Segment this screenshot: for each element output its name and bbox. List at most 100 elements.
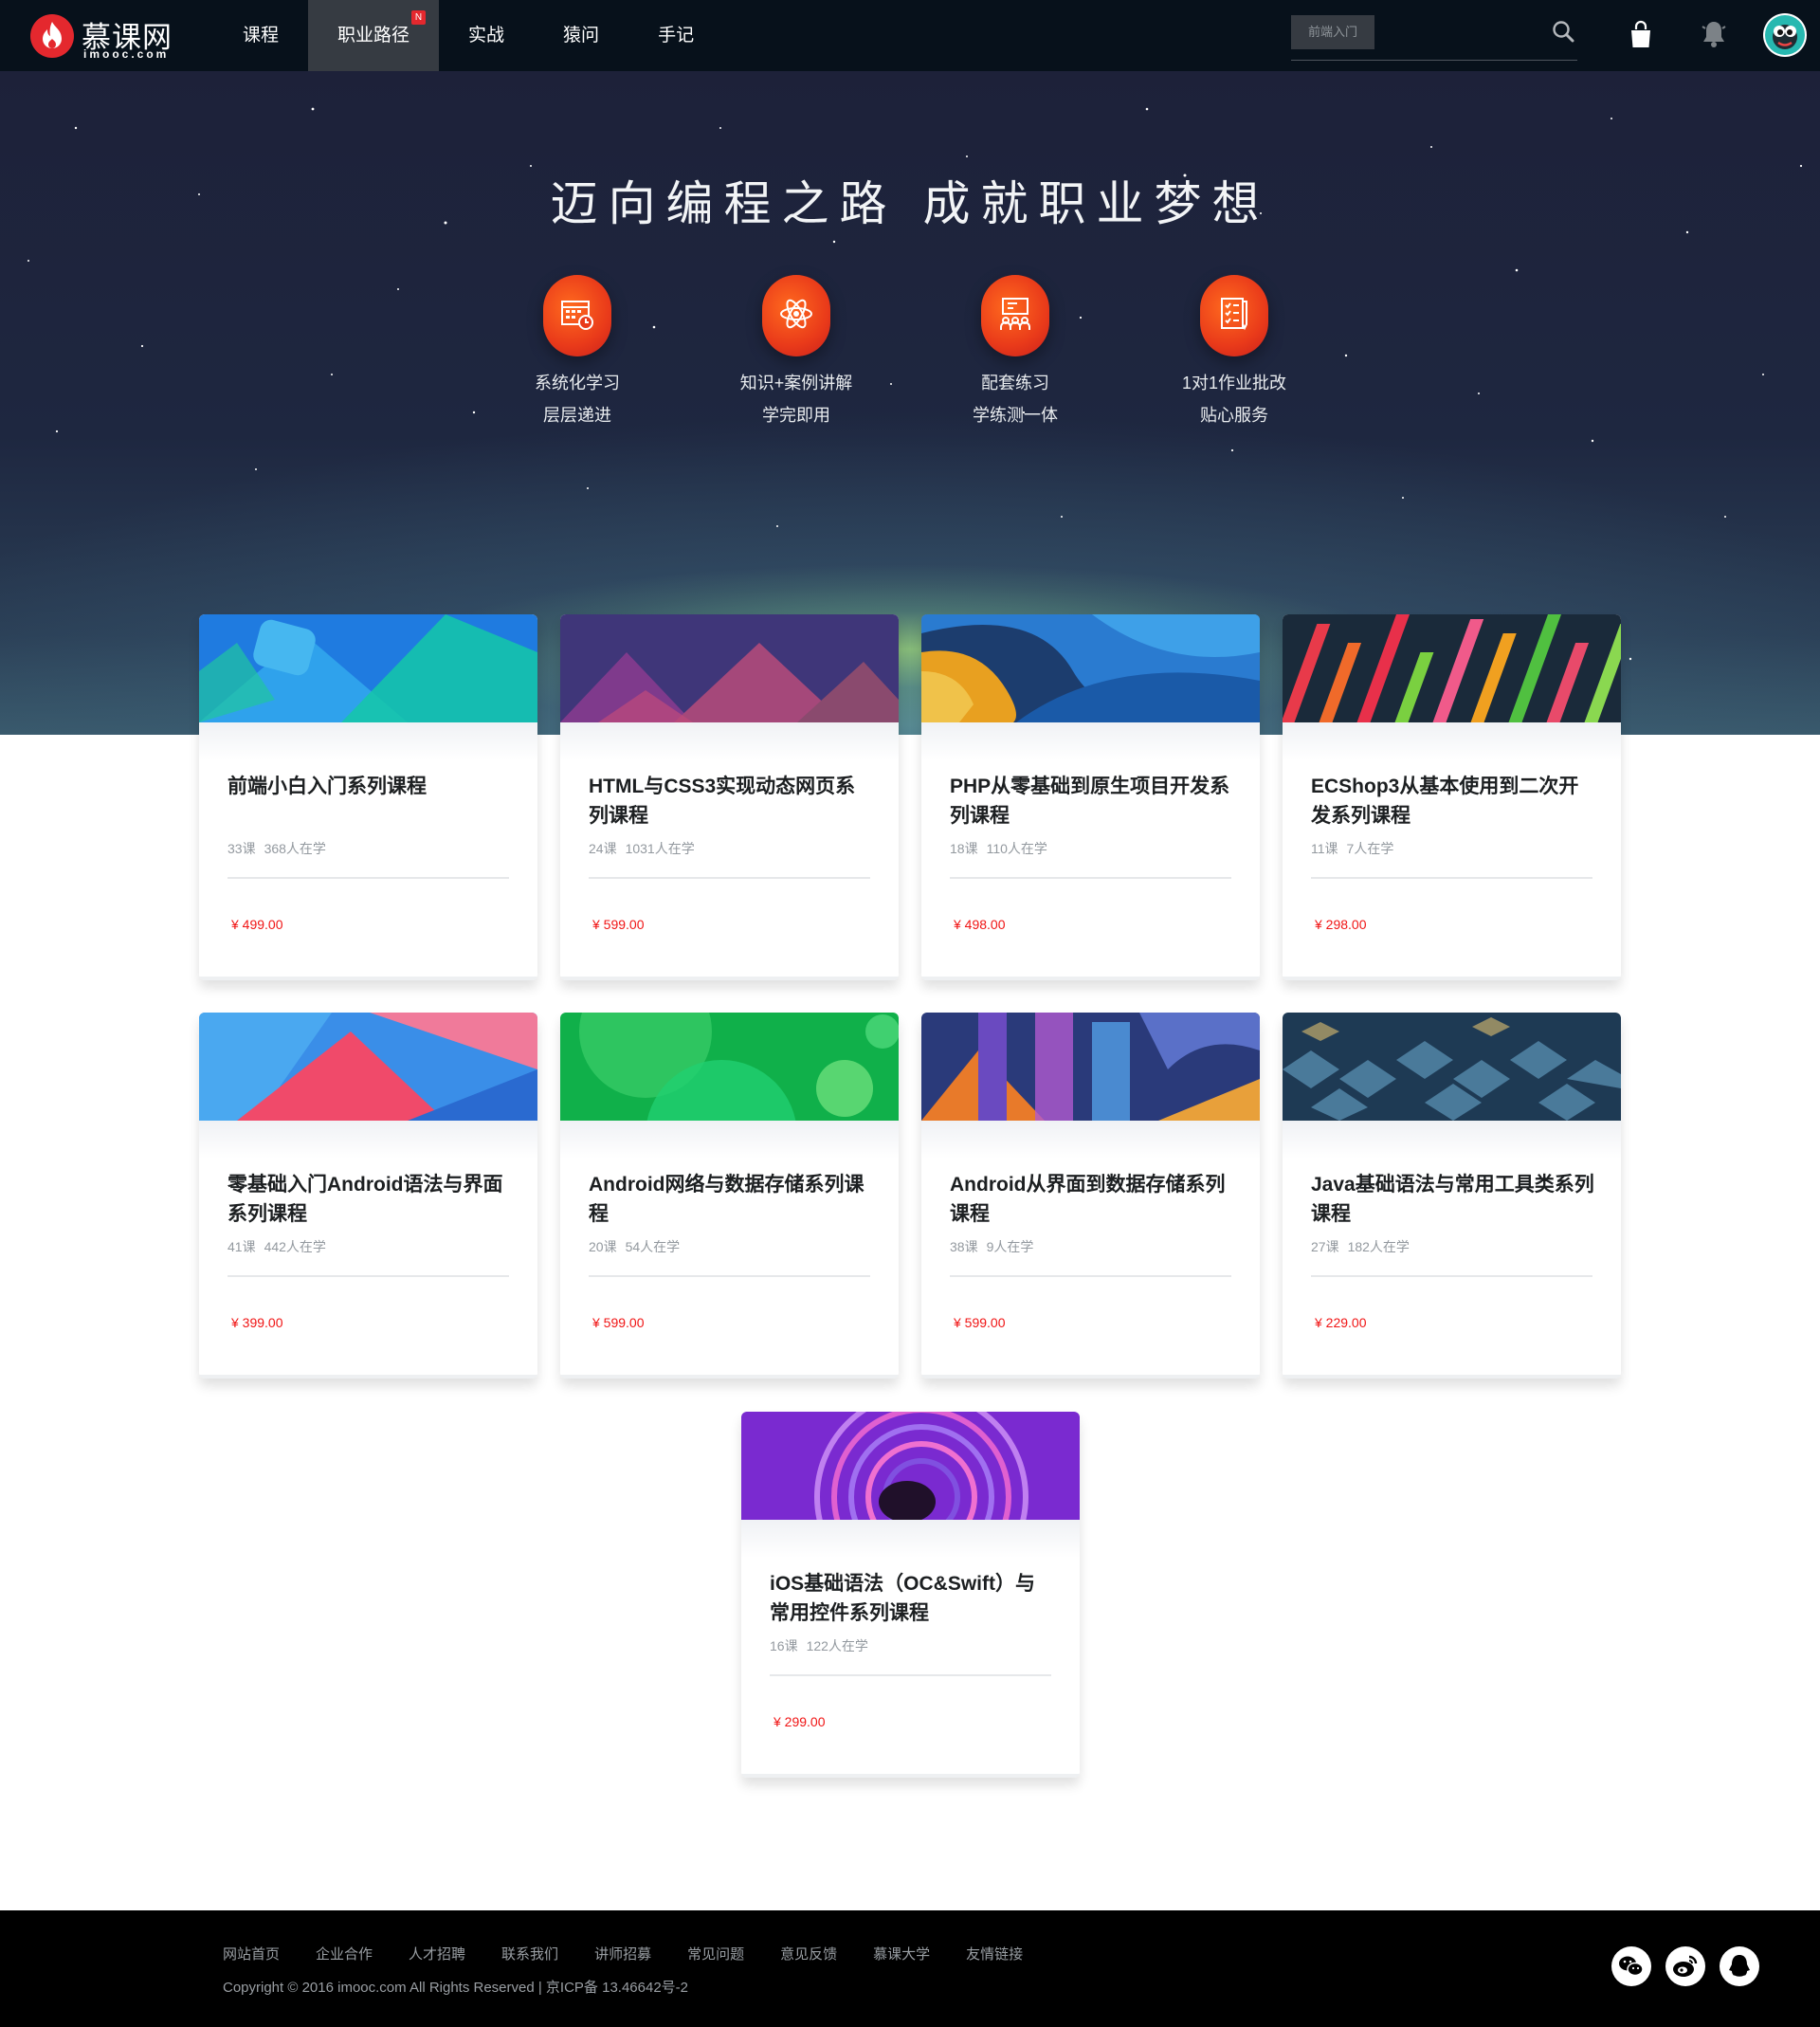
course-meta: 27课 182人在学 (1311, 1237, 1418, 1256)
qq-icon[interactable] (1720, 1946, 1759, 1986)
course-title[interactable]: Android从界面到数据存储系列课程 (950, 1170, 1234, 1229)
feature-line: 学练测一体 (973, 406, 1058, 425)
footer-link[interactable]: 友情链接 (966, 1944, 1023, 1963)
course-banner-image (1283, 1013, 1621, 1121)
divider (228, 877, 509, 879)
logo[interactable]: 慕课网 imooc.com (30, 11, 182, 61)
course-banner-image (921, 1013, 1260, 1121)
course-price: ¥ 599.00 (954, 1315, 1006, 1330)
feature-line: 贴心服务 (1200, 406, 1268, 425)
footer-link[interactable]: 人才招聘 (409, 1944, 465, 1963)
course-card[interactable]: Android从界面到数据存储系列课程 38课 9人在学 ¥ 599.00 (921, 1013, 1260, 1379)
footer-link[interactable]: 联系我们 (501, 1944, 558, 1963)
course-card[interactable]: 前端小白入门系列课程 33课 368人在学 ¥ 499.00 (199, 614, 537, 980)
course-banner-image (1283, 614, 1621, 722)
nav-item-courses[interactable]: 课程 (213, 0, 308, 71)
divider (950, 1275, 1231, 1277)
lesson-count: 33课 (228, 841, 256, 856)
course-price: ¥ 299.00 (774, 1714, 826, 1729)
footer: 网站首页 企业合作 人才招聘 联系我们 讲师招募 常见问题 意见反馈 慕课大学 … (0, 1910, 1820, 2027)
feature-homework: 1对1作业批改 贴心服务 (1149, 275, 1320, 431)
calendar-icon (543, 275, 611, 356)
weibo-icon[interactable] (1665, 1946, 1705, 1986)
feature-line: 知识+案例讲解 (739, 374, 853, 393)
course-meta: 20课 54人在学 (589, 1237, 688, 1256)
nav-item-notes[interactable]: 手记 (628, 0, 723, 71)
student-count: 54人在学 (625, 1239, 681, 1254)
checklist-icon (1200, 275, 1268, 356)
course-title[interactable]: 零基础入门Android语法与界面系列课程 (228, 1170, 512, 1229)
course-card[interactable]: PHP从零基础到原生项目开发系列课程 18课 110人在学 ¥ 498.00 (921, 614, 1260, 980)
course-card[interactable]: Android网络与数据存储系列课程 20课 54人在学 ¥ 599.00 (560, 1013, 899, 1379)
footer-links: 网站首页 企业合作 人才招聘 联系我们 讲师招募 常见问题 意见反馈 慕课大学 … (223, 1944, 1059, 1963)
student-count: 122人在学 (806, 1638, 868, 1653)
footer-link[interactable]: 慕课大学 (873, 1944, 930, 1963)
course-price: ¥ 399.00 (231, 1315, 283, 1330)
course-title[interactable]: 前端小白入门系列课程 (228, 772, 512, 801)
course-title[interactable]: iOS基础语法（OC&Swift）与常用控件系列课程 (770, 1569, 1054, 1628)
course-card[interactable]: iOS基础语法（OC&Swift）与常用控件系列课程 16课 122人在学 ¥ 2… (741, 1412, 1080, 1778)
bell-icon[interactable] (1700, 19, 1728, 54)
nav-label: 职业路径 (337, 26, 410, 46)
feature-line: 层层递进 (543, 406, 611, 425)
avatar[interactable] (1763, 13, 1807, 57)
student-count: 442人在学 (264, 1239, 326, 1254)
lesson-count: 27课 (1311, 1239, 1339, 1254)
logo-domain: imooc.com (83, 47, 170, 61)
course-price: ¥ 229.00 (1315, 1315, 1367, 1330)
course-meta: 33课 368人在学 (228, 839, 335, 858)
footer-link[interactable]: 网站首页 (223, 1944, 280, 1963)
course-title[interactable]: PHP从零基础到原生项目开发系列课程 (950, 772, 1234, 831)
course-title[interactable]: ECShop3从基本使用到二次开发系列课程 (1311, 772, 1595, 831)
lesson-count: 41课 (228, 1239, 256, 1254)
course-meta: 38课 9人在学 (950, 1237, 1042, 1256)
divider (228, 1275, 509, 1277)
feature-line: 系统化学习 (535, 374, 620, 393)
course-title[interactable]: Java基础语法与常用工具类系列课程 (1311, 1170, 1595, 1229)
course-meta: 18课 110人在学 (950, 839, 1056, 858)
feature-line: 配套练习 (981, 374, 1049, 393)
course-title[interactable]: HTML与CSS3实现动态网页系列课程 (589, 772, 873, 831)
lesson-count: 20课 (589, 1239, 617, 1254)
feature-practice: 配套练习 学练测一体 (930, 275, 1101, 431)
footer-link[interactable]: 讲师招募 (594, 1944, 651, 1963)
new-badge: N (411, 10, 427, 25)
nav-item-qa[interactable]: 猿问 (534, 0, 628, 71)
lesson-count: 18课 (950, 841, 978, 856)
course-card[interactable]: Java基础语法与常用工具类系列课程 27课 182人在学 ¥ 229.00 (1283, 1013, 1621, 1379)
footer-link[interactable]: 意见反馈 (780, 1944, 837, 1963)
nav-item-career-path[interactable]: 职业路径 N (308, 0, 440, 71)
divider (1311, 877, 1592, 879)
course-price: ¥ 298.00 (1315, 917, 1367, 932)
nav-label: 课程 (243, 26, 280, 46)
lesson-count: 11课 (1311, 841, 1338, 856)
classroom-icon (981, 275, 1049, 356)
shopping-bag-icon[interactable] (1629, 19, 1653, 54)
student-count: 110人在学 (986, 841, 1047, 856)
wechat-icon[interactable] (1611, 1946, 1651, 1986)
atom-icon (762, 275, 830, 356)
footer-link[interactable]: 企业合作 (316, 1944, 373, 1963)
course-card[interactable]: HTML与CSS3实现动态网页系列课程 24课 1031人在学 ¥ 599.00 (560, 614, 899, 980)
course-banner-image (560, 1013, 899, 1121)
copyright: Copyright © 2016 imooc.com All Rights Re… (223, 1980, 689, 1996)
feature-systematic: 系统化学习 层层递进 (492, 275, 663, 431)
lesson-count: 16课 (770, 1638, 798, 1653)
course-title[interactable]: Android网络与数据存储系列课程 (589, 1170, 873, 1229)
search-icon[interactable] (1551, 19, 1575, 48)
search-box[interactable]: 前端入门 (1291, 13, 1577, 61)
footer-link[interactable]: 常见问题 (687, 1944, 744, 1963)
search-hot-tag[interactable]: 前端入门 (1291, 15, 1374, 49)
lesson-count: 38课 (950, 1239, 978, 1254)
nav-item-practice[interactable]: 实战 (439, 0, 534, 71)
student-count: 7人在学 (1346, 841, 1394, 856)
divider (770, 1674, 1051, 1676)
course-card[interactable]: 零基础入门Android语法与界面系列课程 41课 442人在学 ¥ 399.00 (199, 1013, 537, 1379)
course-banner-image (199, 614, 537, 722)
student-count: 368人在学 (264, 841, 326, 856)
course-banner-image (560, 614, 899, 722)
nav-label: 猿问 (563, 26, 600, 46)
course-meta: 11课 7人在学 (1311, 839, 1402, 858)
student-count: 182人在学 (1347, 1239, 1410, 1254)
course-card[interactable]: ECShop3从基本使用到二次开发系列课程 11课 7人在学 ¥ 298.00 (1283, 614, 1621, 980)
